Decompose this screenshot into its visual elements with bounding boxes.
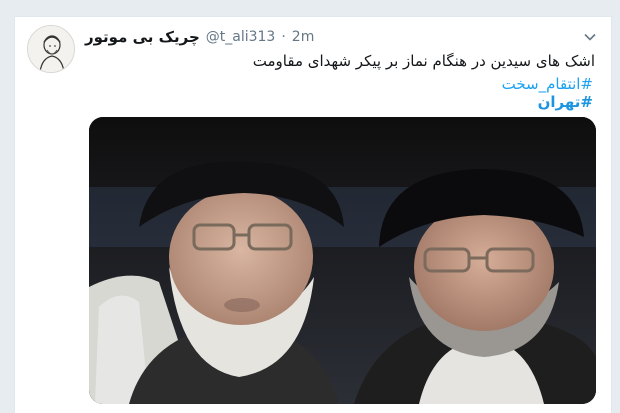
tweet-header: چریک بی موتور @t_ali313 · 2m (85, 27, 585, 47)
tweet-text: اشک های سیدین در هنگام نماز بر پیکر شهدا… (252, 52, 595, 70)
chevron-down-icon[interactable] (583, 29, 597, 43)
timestamp[interactable]: 2m (292, 29, 315, 45)
user-handle[interactable]: @t_ali313 (206, 29, 276, 45)
tweet-card[interactable]: چریک بی موتور @t_ali313 · 2m اشک های سید… (14, 16, 612, 413)
photo-image (89, 117, 596, 404)
hashtag-link[interactable]: #تهران (538, 92, 593, 112)
hashtag-link[interactable]: #انتقام_سخت (502, 74, 593, 94)
display-name[interactable]: چریک بی موتور (85, 28, 200, 46)
avatar-sketch-icon (28, 26, 74, 72)
separator-dot: · (281, 29, 286, 45)
avatar[interactable] (27, 25, 75, 73)
tweet-media-photo[interactable] (89, 117, 596, 404)
